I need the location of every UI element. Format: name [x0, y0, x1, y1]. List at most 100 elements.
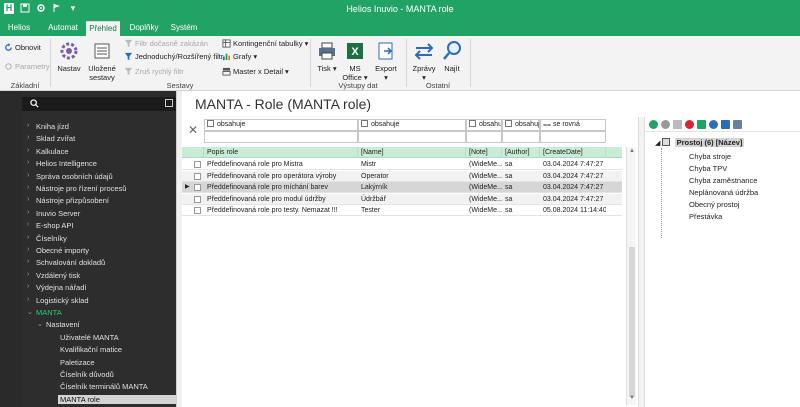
tab-automat[interactable]: Automat — [44, 21, 82, 36]
filter-cell-author[interactable]: obsahuje — [502, 119, 540, 131]
table-row[interactable]: Předdefinovaná role pro Mistra Mistr (Wide… — [182, 159, 622, 170]
nav-item[interactable]: › Inuvio Server — [27, 209, 80, 218]
nav-subitem[interactable]: Číselník důvodů — [60, 370, 114, 379]
tree-settings-icon[interactable] — [733, 119, 742, 129]
ribbon: Obnovit Parametry Základní Nastav Uložen… — [0, 36, 800, 91]
column-header-desc[interactable]: Popis role — [204, 147, 358, 158]
find-button[interactable]: Najít — [440, 40, 464, 73]
nav-search-bar[interactable] — [22, 97, 176, 111]
nav-subitem[interactable]: MANTA role — [58, 394, 176, 404]
collapse-panel-icon[interactable] — [165, 99, 173, 107]
scroll-up-icon[interactable]: ▲ — [628, 148, 636, 154]
graphs-button[interactable]: Grafy ▾ — [222, 52, 257, 61]
row-checkbox[interactable] — [194, 184, 201, 191]
simple-filter-button[interactable]: Jednoduchý/Rozšířený filtr — [124, 52, 223, 61]
tree-item[interactable]: Přestávka — [689, 212, 722, 221]
tab-prehled[interactable]: Přehled — [86, 21, 120, 36]
tree-item[interactable]: Obecný prostoj — [689, 200, 739, 209]
cell-name: Operator — [361, 172, 389, 180]
filter-temp-button[interactable]: Filtr dočasně zakázán — [124, 39, 208, 48]
refresh-icon[interactable] — [709, 119, 718, 129]
filter-operator-label: se rovná — [553, 121, 580, 128]
tab-system[interactable]: Systém — [166, 21, 202, 36]
tree-checkbox[interactable] — [662, 138, 671, 146]
tree-item[interactable]: Chyba stroje — [689, 152, 731, 161]
nav-item[interactable]: › Kalkulace — [27, 147, 69, 156]
master-detail-button[interactable]: Master x Detail ▾ — [222, 67, 289, 76]
row-checkbox[interactable] — [194, 207, 201, 214]
tab-helios[interactable]: Helios — [4, 21, 34, 36]
nav-item[interactable]: › Nástroje přizpůsobení — [27, 196, 109, 205]
messages-button[interactable]: Zprávy ▾ — [410, 40, 438, 82]
vertical-scrollbar[interactable]: ▲ ▼ — [626, 147, 636, 405]
print-button[interactable]: Tisk ▾ — [314, 40, 340, 73]
row-checkbox[interactable] — [194, 172, 201, 180]
scroll-down-icon[interactable]: ▼ — [628, 395, 636, 401]
column-header-author[interactable]: [Author] — [502, 147, 540, 158]
export-button[interactable]: Export ▾ — [372, 40, 400, 82]
tree-item[interactable]: Chyba zaměstnance — [689, 176, 757, 185]
filter-cell-name[interactable]: obsahuje — [358, 119, 466, 131]
filter-cell-note[interactable]: obsahuje — [466, 119, 502, 131]
nav-item[interactable]: › Logistický sklad — [27, 296, 89, 305]
delete-icon[interactable] — [685, 119, 694, 129]
nav-item[interactable]: › Číselníky — [27, 234, 67, 243]
nav-item[interactable]: › Správa osobních údajů — [27, 172, 113, 181]
scrollbar-thumb[interactable] — [629, 247, 635, 397]
cell-note: (WideMe... — [469, 195, 502, 203]
tree-root[interactable]: ◢ Prostoj (6) [Název] — [655, 138, 745, 147]
nav-item-label: Helios Intelligence — [36, 159, 97, 169]
clear-filter-icon[interactable]: ✕ — [186, 123, 200, 137]
column-header-name[interactable]: [Name] — [358, 147, 466, 158]
row-checkbox[interactable] — [194, 195, 201, 203]
confirm-icon[interactable] — [697, 119, 706, 129]
nav-subitem[interactable]: Číselník terminálů MANTA — [60, 382, 148, 391]
settings-button[interactable]: Nastav — [56, 40, 82, 73]
row-checkbox[interactable] — [194, 161, 201, 168]
print-label: Tisk — [317, 64, 331, 73]
table-row[interactable]: ▶ Předdefinovaná role pro míchání barev La… — [182, 182, 622, 193]
nav-item[interactable]: › E-shop API — [27, 221, 74, 230]
saved-views-button[interactable]: Uložené sestavy — [86, 40, 118, 82]
nav-subitem[interactable]: Uživatelé MANTA — [60, 333, 119, 342]
column-header-date[interactable]: [CreateDate] — [540, 147, 606, 158]
table-row[interactable]: Předdefinovaná role pro modul údržby Údrž… — [182, 193, 622, 205]
nav-item[interactable]: › Helios Intelligence — [27, 159, 97, 169]
nav-subitem[interactable]: Kvalifikační matice — [60, 345, 122, 354]
nav-item[interactable]: ⌄ MANTA — [27, 308, 62, 317]
table-row[interactable]: Předdefinovaná role pro operátora výroby… — [182, 170, 622, 182]
table-row[interactable]: Předdefinovaná role pro testy. Nemazat !… — [182, 205, 622, 216]
filter-cell-desc[interactable]: obsahuje — [204, 119, 358, 131]
add-icon[interactable] — [649, 119, 658, 129]
cancel-quick-filter-button[interactable]: Zruš rychlý filtr — [124, 67, 184, 76]
tab-doplnky[interactable]: Doplňky — [126, 21, 162, 36]
filter-input-name[interactable] — [358, 131, 466, 143]
cancel-quick-filter-label: Zruš rychlý filtr — [135, 67, 184, 76]
collapse-tree-icon[interactable] — [721, 119, 730, 129]
filter-input-date[interactable] — [540, 131, 606, 143]
nav-item[interactable]: › Kniha jízd — [27, 122, 69, 131]
ms-office-button[interactable]: X MS Office ▾ — [342, 40, 368, 82]
nav-group-nastaveni[interactable]: ⌄ Nastavení — [37, 320, 80, 329]
nav-item[interactable]: › Výdejna nářadí — [27, 283, 86, 292]
edit-icon[interactable] — [673, 119, 682, 129]
nav-item[interactable]: › Vzdálený tisk — [27, 271, 80, 280]
filter-input-desc[interactable] — [204, 131, 358, 143]
tree-item[interactable]: Chyba TPV — [689, 164, 727, 173]
remove-icon[interactable] — [661, 119, 670, 129]
filter-cell-date[interactable]: ⩵ se rovná — [540, 119, 606, 131]
filter-input-author[interactable] — [502, 131, 540, 143]
refresh-button[interactable]: Obnovit — [4, 43, 41, 52]
column-header-note[interactable]: [Note] — [466, 147, 502, 158]
nav-item[interactable]: › Sklad zvířat — [27, 134, 75, 143]
filter-input-note[interactable] — [466, 131, 502, 143]
nav-item[interactable]: › Nástroje pro řízení procesů — [27, 184, 126, 193]
parameters-button[interactable]: Parametry — [4, 62, 50, 71]
nav-item[interactable]: › Obecné importy — [27, 246, 89, 255]
search-icon — [30, 99, 39, 110]
nav-subitem[interactable]: Paletizace — [60, 358, 95, 367]
nav-item[interactable]: › Schvalování dokladů — [27, 258, 105, 267]
tree-item[interactable]: Neplánovaná údržba — [689, 188, 758, 197]
pivot-button[interactable]: Kontingenční tabulky ▾ — [222, 39, 308, 48]
tree-expand-icon[interactable]: ◢ — [655, 140, 660, 147]
